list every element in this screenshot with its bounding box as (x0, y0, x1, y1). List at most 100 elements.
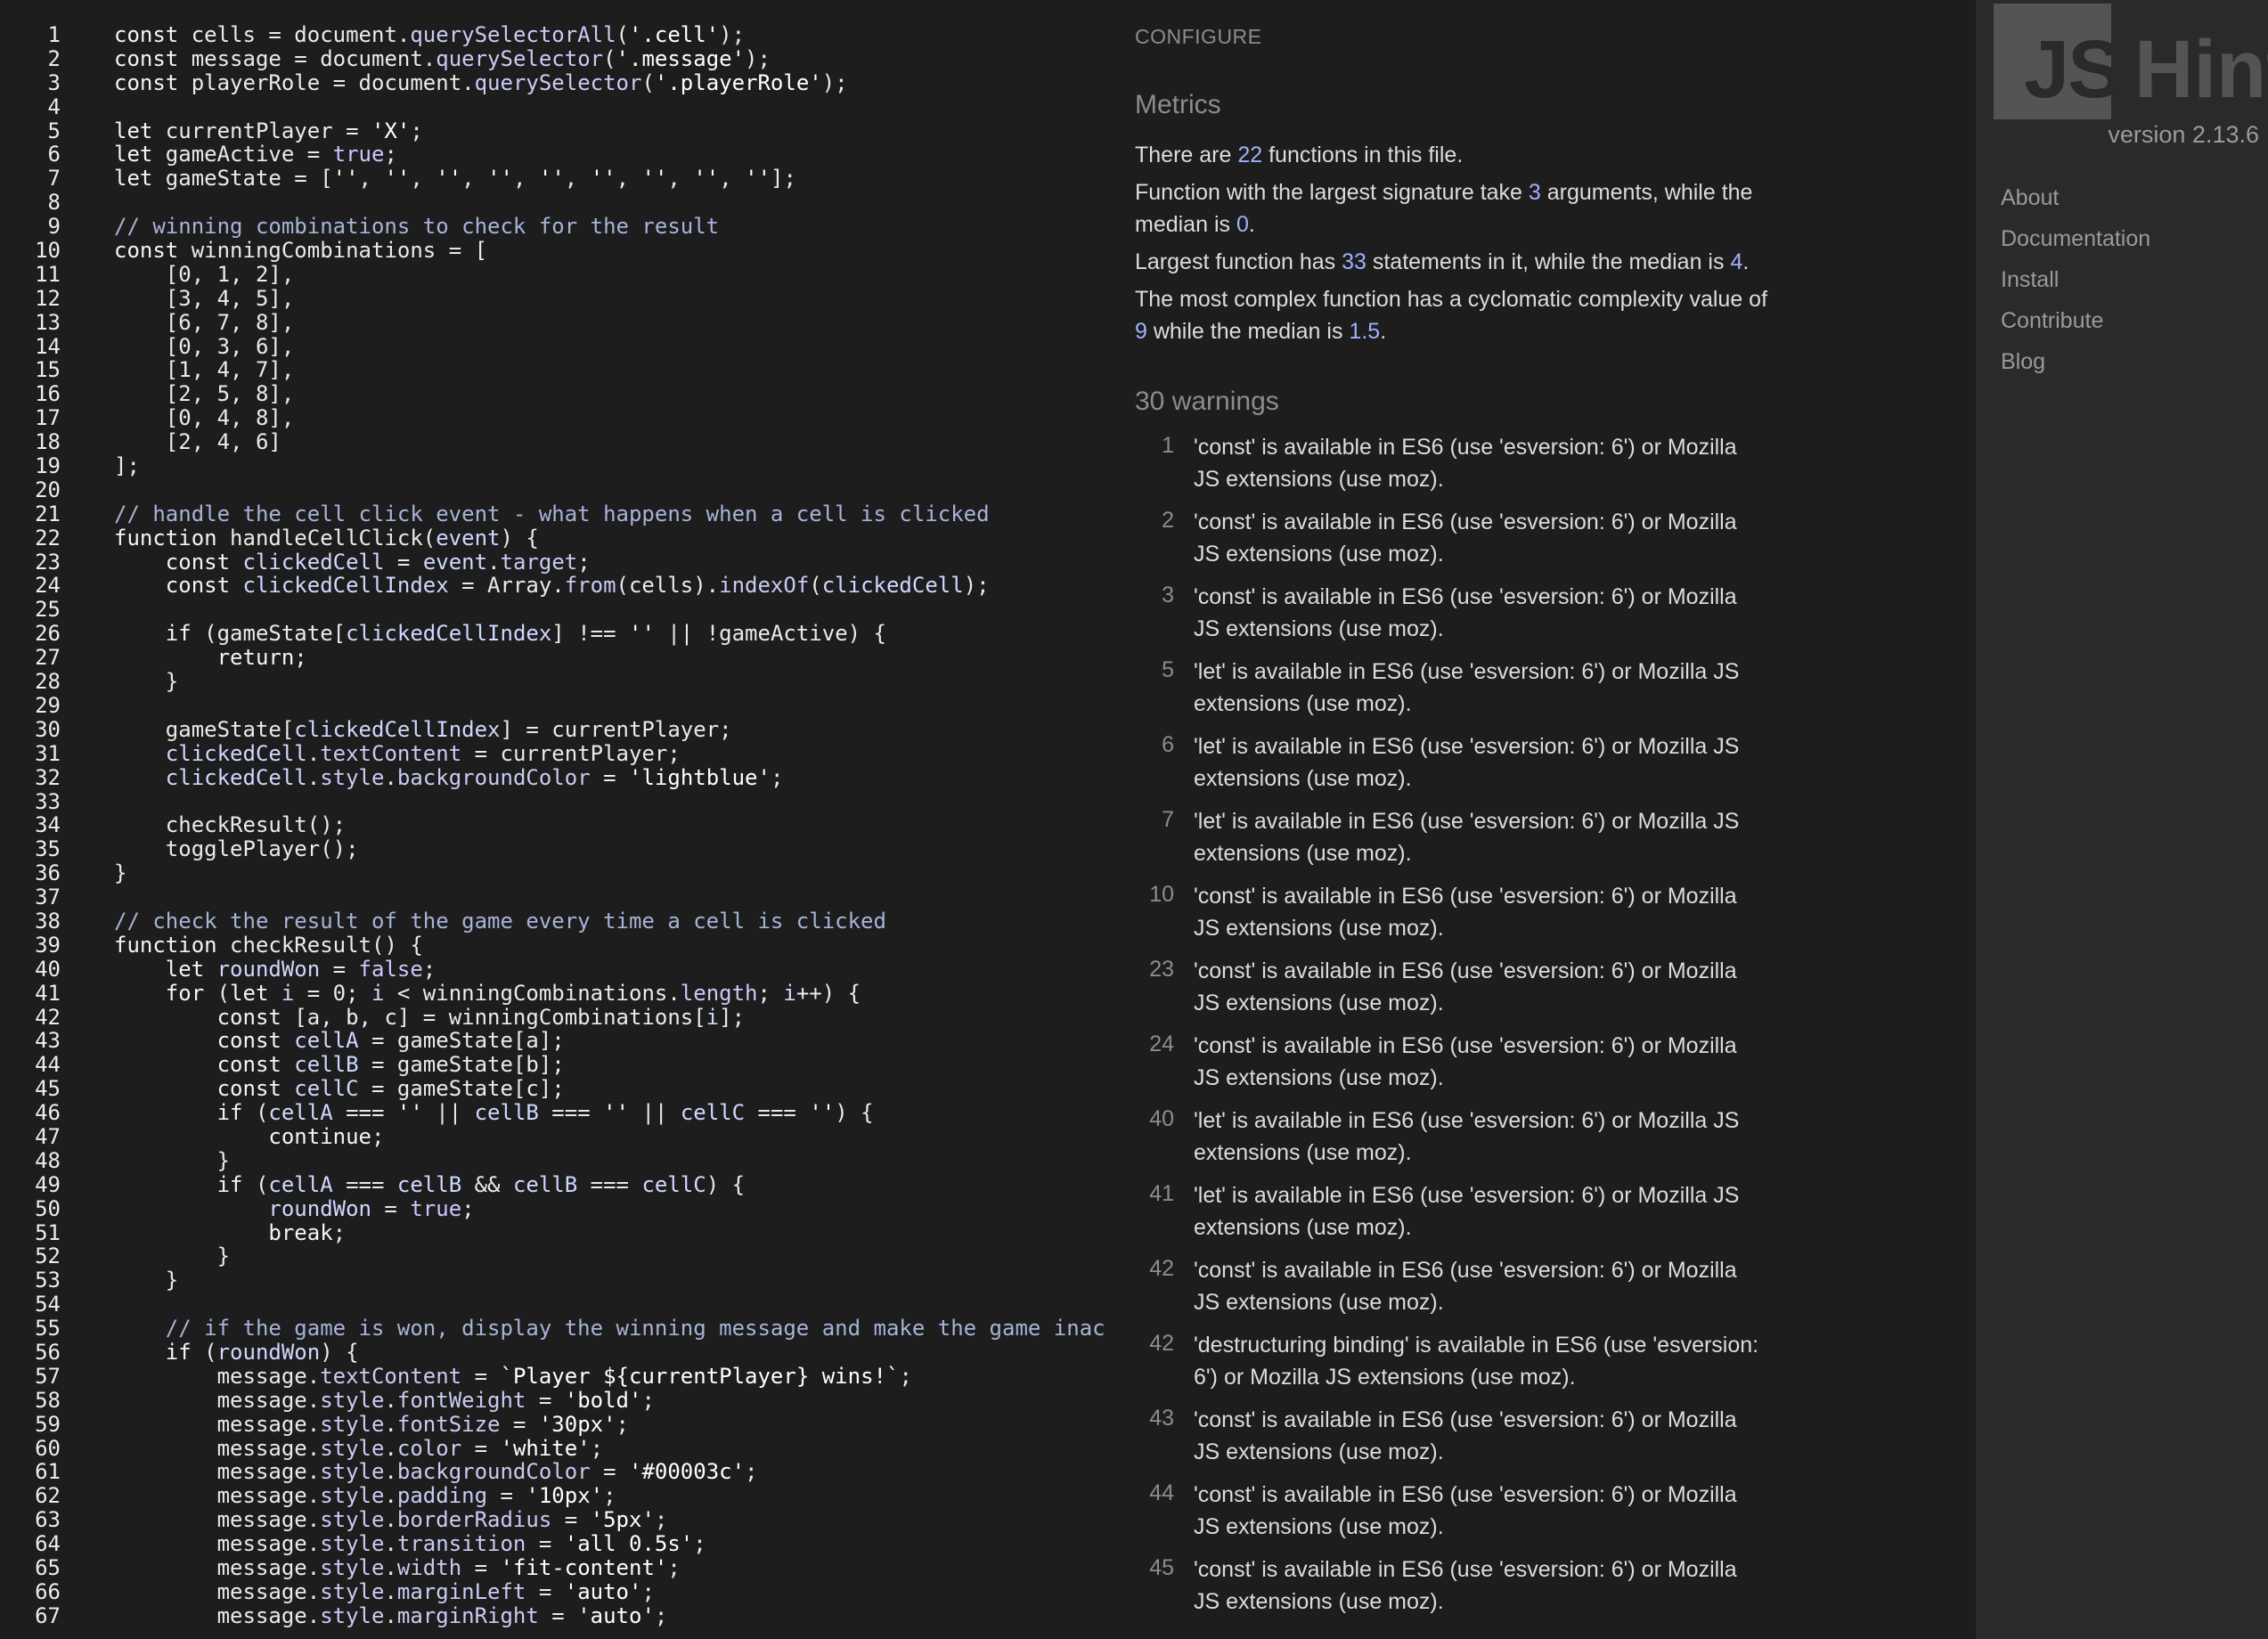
warning-item[interactable]: 24 'const' is available in ES6 (use 'esve… (1135, 1030, 1776, 1105)
code-token: (cells). (616, 573, 720, 599)
warning-item[interactable]: 42 'destructuring binding' is available i… (1135, 1329, 1776, 1404)
code-token: [2, 5, 8], (114, 381, 295, 407)
line-number: 60 (35, 1435, 61, 1461)
warning-line-number[interactable]: 6 (1135, 732, 1174, 758)
line-number: 7 (47, 166, 61, 192)
warning-item[interactable]: 42 'const' is available in ES6 (use 'esve… (1135, 1254, 1776, 1329)
code-token: ); (719, 23, 746, 47)
line-number: 57 (35, 1363, 61, 1389)
warning-line-number[interactable]: 42 (1135, 1331, 1174, 1357)
warning-item[interactable]: 45 'const' is available in ES6 (use 'esve… (1135, 1553, 1776, 1628)
metric-text: . (1742, 249, 1750, 274)
line-number: 15 (35, 357, 61, 383)
warning-item[interactable]: 44 'const' is available in ES6 (use 'esve… (1135, 1479, 1776, 1553)
warning-item[interactable]: 23 'const' is available in ES6 (use 'esve… (1135, 955, 1776, 1030)
code-token: '' (745, 166, 771, 192)
code-token: marginRight (396, 1602, 539, 1628)
warning-line-number[interactable]: 42 (1135, 1256, 1174, 1282)
code-token: togglePlayer(); (114, 836, 359, 862)
code-token: style (320, 1507, 385, 1533)
code-token: , (719, 166, 746, 192)
line-number: 13 (35, 309, 61, 335)
warning-text: 'let' is available in ES6 (use 'esversio… (1194, 1108, 1740, 1165)
nav-about[interactable]: About (2001, 182, 2150, 223)
metric-value: 0 (1236, 212, 1249, 237)
warning-item[interactable]: 7 'let' is available in ES6 (use 'esversi… (1135, 805, 1776, 880)
code-line: 50 roundWon = true; (0, 1196, 1105, 1221)
warning-line-number[interactable]: 3 (1135, 583, 1174, 608)
code-token: if (216, 1100, 256, 1126)
code-token: ; (770, 764, 784, 790)
code-token: ; (294, 645, 307, 671)
code-token: 'X' (371, 118, 411, 143)
code-line: 26 if (gameState[clickedCellIndex] !== '… (0, 622, 1105, 646)
code-text: message.textContent = `Player ${currentP… (114, 1363, 912, 1389)
code-token: const (114, 45, 192, 71)
line-number: 3 (47, 69, 61, 95)
warning-line-number[interactable]: 45 (1135, 1555, 1174, 1581)
warning-line-number[interactable]: 44 (1135, 1480, 1174, 1506)
nav-contribute[interactable]: Contribute (2001, 305, 2150, 346)
code-text: continue; (114, 1125, 384, 1149)
warning-line-number[interactable]: 2 (1135, 508, 1174, 534)
line-number: 18 (35, 429, 61, 455)
code-token: ( (616, 23, 629, 47)
warning-item[interactable]: 3 'const' is available in ES6 (use 'esver… (1135, 581, 1776, 656)
code-token: color (396, 1435, 462, 1461)
warning-line-number[interactable]: 41 (1135, 1181, 1174, 1207)
code-line: 67 message.style.marginRight = 'auto'; (0, 1602, 1105, 1628)
code-line: 41 for (let i = 0; i < winningCombinatio… (0, 981, 1105, 1006)
warning-item[interactable]: 40 'let' is available in ES6 (use 'esvers… (1135, 1105, 1776, 1179)
code-token: padding (396, 1483, 488, 1509)
code-token: roundWon (216, 956, 321, 982)
code-token: handleCellClick( (230, 525, 436, 550)
code-token: clickedCell (165, 740, 307, 766)
configure-link[interactable]: CONFIGURE (1135, 25, 1262, 49)
code-text: function handleCellClick(event) { (114, 526, 539, 550)
warning-line-number[interactable]: 43 (1135, 1406, 1174, 1431)
warning-item[interactable]: 6 'let' is available in ES6 (use 'esversi… (1135, 730, 1776, 805)
code-text: message.style.width = 'fit-content'; (114, 1556, 681, 1580)
warning-line-number[interactable]: 40 (1135, 1106, 1174, 1132)
code-editor[interactable]: 1 const cells = document.querySelectorAll… (0, 23, 1105, 1639)
code-line: 32 clickedCell.style.backgroundColor = '… (0, 764, 1105, 790)
nav-documentation[interactable]: Documentation (2001, 223, 2150, 264)
warning-line-number[interactable]: 5 (1135, 657, 1174, 683)
code-token: = (526, 1387, 565, 1413)
warning-line-number[interactable]: 23 (1135, 957, 1174, 983)
code-token: '' (384, 166, 411, 192)
code-token: , (461, 166, 488, 192)
warning-item[interactable]: 10 'const' is available in ES6 (use 'esve… (1135, 880, 1776, 955)
code-token: ]; (719, 1004, 746, 1030)
warning-item[interactable]: 2 'const' is available in ES6 (use 'esver… (1135, 506, 1776, 581)
warning-line-number[interactable]: 10 (1135, 882, 1174, 908)
line-number: 49 (35, 1171, 61, 1197)
nav-blog[interactable]: Blog (2001, 346, 2150, 387)
warning-line-number[interactable]: 1 (1135, 433, 1174, 459)
code-line: 46 if (cellA === '' || cellB === '' || c… (0, 1101, 1105, 1125)
warning-item[interactable]: 41 'let' is available in ES6 (use 'esvers… (1135, 1179, 1776, 1254)
warning-line-number[interactable]: 7 (1135, 807, 1174, 833)
warning-item[interactable]: 43 'const' is available in ES6 (use 'esve… (1135, 1404, 1776, 1479)
warning-item[interactable]: 1 'const' is available in ES6 (use 'esver… (1135, 431, 1776, 506)
code-line: 1 const cells = document.querySelectorAll… (0, 23, 1105, 47)
line-number: 34 (35, 812, 61, 838)
metric-text: . (1248, 212, 1255, 237)
code-token: let (114, 166, 166, 192)
code-token: ; (899, 1363, 912, 1389)
code-token: `Player ${currentPlayer} wins!` (500, 1363, 900, 1389)
code-token: [0, 4, 8], (114, 405, 295, 431)
warning-item[interactable]: 5 'let' is available in ES6 (use 'esversi… (1135, 656, 1776, 730)
jshint-logo[interactable]: JS Hint (1994, 4, 2268, 119)
code-token: === (332, 1171, 397, 1197)
code-token: = gameState[a]; (358, 1028, 565, 1054)
code-line: 44 const cellB = gameState[b]; (0, 1053, 1105, 1077)
code-text: message.style.marginRight = 'auto'; (114, 1602, 668, 1628)
code-token: const (216, 1028, 295, 1054)
warning-line-number[interactable]: 24 (1135, 1032, 1174, 1057)
code-token: [0, 3, 6], (114, 333, 295, 359)
code-token: [1, 4, 7], (114, 357, 295, 383)
nav-install[interactable]: Install (2001, 264, 2150, 305)
code-token: querySelector (474, 69, 642, 95)
